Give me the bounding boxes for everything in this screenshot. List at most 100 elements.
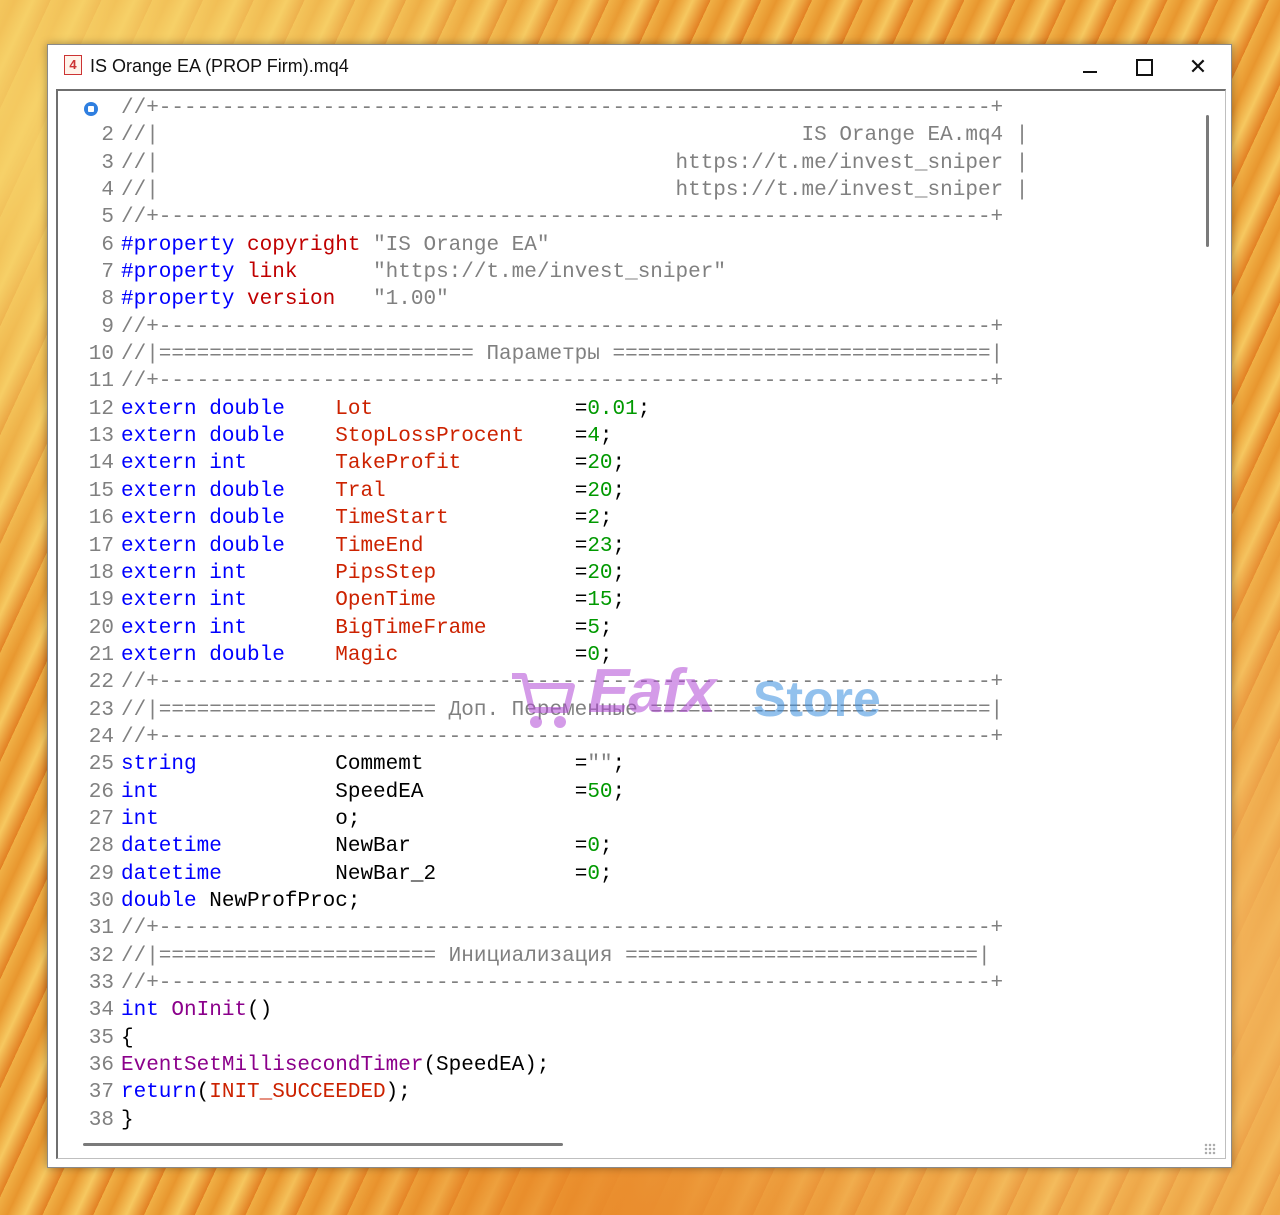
- code-line[interactable]: 10 //|========================= Параметры…: [58, 341, 1188, 368]
- code-line[interactable]: 28 datetime NewBar =0;: [58, 833, 1188, 860]
- code-line[interactable]: 16 extern double TimeStart =2;: [58, 505, 1188, 532]
- code-token: =: [574, 835, 588, 859]
- line-number: 24: [88, 725, 114, 749]
- code-token: 15: [587, 589, 613, 613]
- code-line[interactable]: 17 extern double TimeEnd =23;: [58, 533, 1188, 560]
- line-number: 27: [88, 807, 114, 831]
- line-number: 32: [88, 944, 114, 968]
- code-editor[interactable]: //+-------------------------------------…: [56, 89, 1226, 1159]
- code-text: extern double TimeStart =2;: [121, 505, 613, 532]
- line-number: 38: [88, 1108, 114, 1132]
- code-line[interactable]: 35 {: [58, 1025, 1188, 1052]
- code-line[interactable]: 38}: [58, 1107, 1188, 1134]
- code-token: //+-------------------------------------…: [121, 206, 1004, 230]
- line-number: 28: [88, 835, 114, 859]
- code-token: ;: [637, 397, 651, 421]
- code-line[interactable]: 12 extern double Lot =0.01;: [58, 396, 1188, 423]
- code-line[interactable]: 18 extern int PipsStep =20;: [58, 560, 1188, 587]
- code-token: //| IS Orange EA.mq4 |: [121, 124, 1029, 148]
- code-text: //+-------------------------------------…: [121, 970, 1003, 997]
- code-line[interactable]: 27 int o;: [58, 806, 1188, 833]
- code-text: #property version "1.00": [121, 286, 449, 313]
- code-text: extern int TakeProfit =20;: [121, 450, 625, 477]
- code-line[interactable]: 36 EventSetMillisecondTimer(SpeedEA);: [58, 1052, 1188, 1079]
- code-token: 2: [587, 507, 600, 531]
- line-number: 11: [88, 370, 114, 394]
- code-token: int: [121, 807, 336, 831]
- code-line[interactable]: 11 //+-----------------------------------…: [58, 368, 1188, 395]
- breakpoint-icon[interactable]: [84, 102, 98, 116]
- line-number: 31: [88, 917, 114, 941]
- code-text: #property link "https://t.me/invest_snip…: [121, 259, 726, 286]
- code-line[interactable]: 15 extern double Tral =20;: [58, 478, 1188, 505]
- mq4-file-icon: 4: [64, 55, 82, 75]
- code-line[interactable]: 2 //| IS Orange EA.mq4 |: [58, 122, 1188, 149]
- code-text: //| https://t.me/invest_sniper |: [121, 150, 1028, 177]
- code-line[interactable]: 22 //+-----------------------------------…: [58, 669, 1188, 696]
- code-token: }: [121, 1108, 134, 1132]
- code-line[interactable]: 9 //+------------------------------------…: [58, 314, 1188, 341]
- code-token: ;: [612, 452, 626, 476]
- code-token: double: [121, 889, 210, 913]
- code-line[interactable]: 7 #property link "https://t.me/invest_sni…: [58, 259, 1188, 286]
- code-text: }: [121, 1107, 134, 1134]
- code-token: =: [574, 561, 588, 585]
- code-line[interactable]: 30 double NewProfProc;: [58, 888, 1188, 915]
- code-token: Tral: [335, 479, 575, 503]
- line-number: 17: [88, 534, 114, 558]
- code-text: #property copyright "IS Orange EA": [121, 232, 550, 259]
- resize-grip-icon[interactable]: [1204, 1143, 1216, 1155]
- code-area[interactable]: //+-------------------------------------…: [58, 95, 1188, 1134]
- code-token: "IS Orange EA": [373, 233, 550, 257]
- line-number: 23: [88, 698, 114, 722]
- code-token: "": [587, 753, 613, 777]
- code-token: TakeProfit: [335, 452, 575, 476]
- code-line[interactable]: 24 //+-----------------------------------…: [58, 724, 1188, 751]
- line-number: 12: [88, 397, 114, 421]
- code-line[interactable]: 20 extern int BigTimeFrame =5;: [58, 615, 1188, 642]
- code-text: datetime NewBar =0;: [121, 833, 613, 860]
- code-token: ;: [612, 534, 626, 558]
- code-token: (): [247, 999, 273, 1023]
- code-line[interactable]: 32 //|====================== Инициализаци…: [58, 943, 1188, 970]
- code-line[interactable]: 13 extern double StopLossProcent =4;: [58, 423, 1188, 450]
- maximize-icon: [1135, 59, 1153, 77]
- title-bar[interactable]: 4 IS Orange EA (PROP Firm).mq4 ✕: [48, 45, 1231, 89]
- code-line[interactable]: 4 //| https://t.me/invest_sniper |: [58, 177, 1188, 204]
- line-number: 8: [101, 288, 114, 312]
- code-line[interactable]: 33 //+-----------------------------------…: [58, 970, 1188, 997]
- line-number: 9: [101, 315, 114, 339]
- code-line[interactable]: 8 #property version "1.00": [58, 286, 1188, 313]
- code-line[interactable]: 21 extern double Magic =0;: [58, 642, 1188, 669]
- code-text: double NewProfProc;: [121, 888, 360, 915]
- minimize-button[interactable]: [1065, 47, 1115, 87]
- code-token: extern double: [121, 479, 336, 503]
- code-token: );: [385, 1081, 411, 1105]
- maximize-button[interactable]: [1119, 47, 1169, 87]
- horizontal-scrollbar-thumb[interactable]: [83, 1143, 563, 1146]
- code-line[interactable]: 29 datetime NewBar_2 =0;: [58, 861, 1188, 888]
- line-number: 13: [88, 425, 114, 449]
- code-line[interactable]: 5 //+------------------------------------…: [58, 204, 1188, 231]
- code-line[interactable]: 23 //|====================== Доп. Перемен…: [58, 697, 1188, 724]
- code-line[interactable]: //+-------------------------------------…: [58, 95, 1188, 122]
- code-line[interactable]: 26 int SpeedEA =50;: [58, 779, 1188, 806]
- code-token: NewBar: [335, 835, 575, 859]
- code-token: =: [574, 616, 588, 640]
- code-token: =: [574, 643, 588, 667]
- code-line[interactable]: 31 //+-----------------------------------…: [58, 915, 1188, 942]
- code-text: datetime NewBar_2 =0;: [121, 861, 613, 888]
- code-line[interactable]: 25 string Commemt ="";: [58, 751, 1188, 778]
- close-button[interactable]: ✕: [1173, 47, 1223, 87]
- code-token: OnInit: [171, 999, 248, 1023]
- code-token: #property: [121, 233, 248, 257]
- code-token: TimeStart: [335, 507, 575, 531]
- code-line[interactable]: 6 #property copyright "IS Orange EA": [58, 232, 1188, 259]
- code-line[interactable]: 37 return(INIT_SUCCEEDED);: [58, 1079, 1188, 1106]
- code-line[interactable]: 34 int OnInit(): [58, 997, 1188, 1024]
- code-line[interactable]: 14 extern int TakeProfit =20;: [58, 450, 1188, 477]
- code-line[interactable]: 3 //| https://t.me/invest_sniper |: [58, 150, 1188, 177]
- vertical-scrollbar-thumb[interactable]: [1206, 115, 1209, 247]
- code-token: ;: [612, 780, 626, 804]
- code-line[interactable]: 19 extern int OpenTime =15;: [58, 587, 1188, 614]
